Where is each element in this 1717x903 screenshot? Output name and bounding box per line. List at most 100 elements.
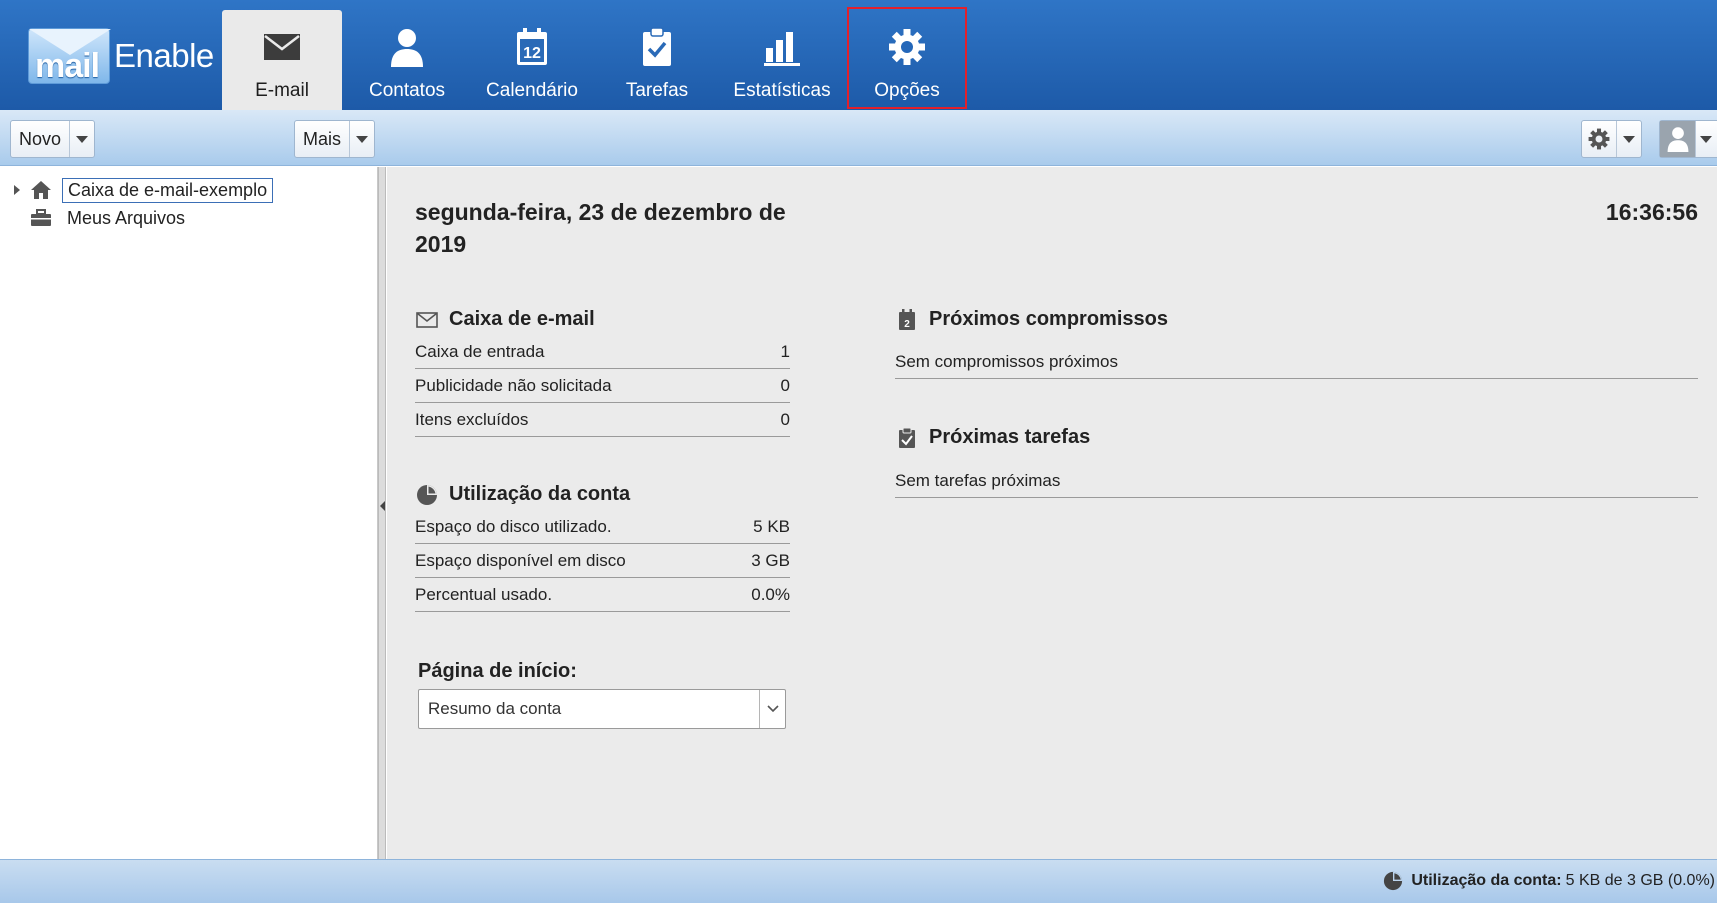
envelope-icon — [264, 34, 300, 60]
tab-tasks[interactable]: Tarefas — [597, 10, 717, 110]
tree-item-my-files-label: Meus Arquivos — [67, 207, 186, 228]
mailbox-row-junk: Publicidade não solicitada 0 — [415, 369, 790, 403]
tab-statistics[interactable]: Estatísticas — [722, 10, 842, 110]
user-menu-button[interactable] — [1660, 121, 1696, 157]
appointments-empty-text: Sem compromissos próximos — [895, 351, 1118, 371]
tab-email[interactable]: E-mail — [222, 10, 342, 110]
tab-options[interactable]: Opções — [847, 7, 967, 109]
appointments-empty-row: Sem compromissos próximos — [895, 345, 1698, 379]
status-usage-value: 5 KB de 3 GB (0.0%) — [1565, 872, 1715, 889]
tasks-section-heading: Próximas tarefas — [895, 426, 1090, 449]
new-split-button: Novo — [10, 120, 96, 158]
logo-text-mail: mail — [35, 47, 100, 85]
usage-section-heading: Utilização da conta — [415, 483, 630, 506]
panel-splitter[interactable] — [378, 167, 386, 859]
new-dropdown-button[interactable] — [70, 121, 94, 157]
tab-contacts[interactable]: Contatos — [347, 10, 467, 110]
clipboard-small-icon — [895, 427, 919, 449]
usage-section-title: Utilização da conta — [449, 483, 631, 505]
usage-row-disk-used: Espaço do disco utilizado. 5 KB — [415, 510, 790, 544]
briefcase-icon — [30, 208, 52, 228]
tasks-section-title: Próximas tarefas — [929, 426, 1091, 448]
row-value: 5 KB — [753, 516, 790, 536]
logo-text-enable: Enable — [114, 37, 214, 74]
row-value: 0 — [780, 375, 790, 395]
user-icon — [1667, 127, 1688, 152]
tasks-empty-row: Sem tarefas próximas — [895, 464, 1698, 498]
tab-contacts-label: Contatos — [368, 80, 446, 101]
start-page-selected-value: Resumo da conta — [428, 699, 562, 718]
chevron-down-icon — [766, 705, 779, 713]
settings-split-button — [1581, 120, 1642, 158]
pie-chart-icon — [415, 484, 439, 506]
toolbar: Novo Mais — [0, 110, 1717, 166]
home-icon — [30, 180, 52, 200]
row-label: Publicidade não solicitada — [415, 375, 612, 395]
more-dropdown-button[interactable] — [350, 121, 374, 157]
settings-dropdown-button[interactable] — [1617, 121, 1641, 157]
logo-envelope: mail — [28, 28, 111, 85]
mailenable-logo: mail Enable — [28, 28, 214, 85]
new-button[interactable]: Novo — [11, 121, 71, 157]
row-value: 3 GB — [751, 550, 790, 570]
envelope-outline-icon — [415, 309, 439, 331]
svg-text:12: 12 — [523, 45, 541, 62]
tab-calendar[interactable]: 12 Calendário — [472, 10, 592, 110]
folder-tree-panel: Caixa de e-mail-exemplo Meus Arquivos — [0, 167, 378, 859]
user-split-button — [1659, 120, 1717, 158]
tab-tasks-label: Tarefas — [625, 80, 689, 101]
tab-options-label: Opções — [874, 80, 940, 101]
current-time: 16:36:56 — [1605, 199, 1698, 225]
new-button-label: Novo — [19, 128, 62, 149]
top-navigation-bar: mail Enable E-mail Contatos 12 Calendári… — [0, 0, 1717, 110]
select-dropdown-button[interactable] — [759, 690, 785, 728]
person-icon — [391, 29, 423, 67]
chevron-down-icon — [76, 135, 89, 143]
row-label: Espaço do disco utilizado. — [415, 516, 612, 536]
chevron-down-icon — [356, 135, 369, 143]
start-page-label: Página de início: — [418, 660, 577, 682]
tab-calendar-label: Calendário — [486, 80, 578, 101]
row-label: Caixa de entrada — [415, 341, 545, 361]
usage-row-percent: Percentual usado. 0.0% — [415, 578, 790, 612]
mailbox-section-heading: Caixa de e-mail — [415, 308, 595, 331]
more-button[interactable]: Mais — [295, 121, 351, 157]
expand-arrow-icon[interactable] — [14, 185, 20, 195]
calendar-small-icon: 2 — [895, 308, 919, 331]
status-usage-label: Utilização da conta: — [1411, 872, 1562, 889]
row-label: Percentual usado. — [415, 584, 553, 604]
svg-text:2: 2 — [904, 319, 910, 330]
collapse-arrow-icon[interactable] — [380, 501, 385, 511]
status-bar: Utilização da conta: 5 KB de 3 GB (0.0%) — [0, 859, 1717, 903]
chevron-down-icon — [1700, 135, 1712, 143]
appointments-section-heading: 2 Próximos compromissos — [895, 308, 1168, 331]
row-label: Itens excluídos — [415, 409, 529, 429]
status-account-usage: Utilização da conta: 5 KB de 3 GB (0.0%) — [1383, 871, 1715, 891]
gear-icon — [889, 29, 925, 65]
account-summary: segunda-feira, 23 de dezembro de 2019 16… — [387, 167, 1717, 859]
clipboard-check-icon — [643, 27, 671, 66]
row-value: 0 — [780, 409, 790, 429]
bar-chart-icon — [764, 32, 800, 66]
tree-item-mailbox[interactable]: Caixa de e-mail-exemplo — [14, 177, 274, 203]
tree-item-mailbox-label: Caixa de e-mail-exemplo — [62, 177, 274, 203]
tab-statistics-label: Estatísticas — [733, 80, 831, 101]
row-value: 0.0% — [751, 584, 790, 604]
mailbox-section-title: Caixa de e-mail — [449, 308, 595, 330]
calendar-icon: 12 — [517, 28, 547, 65]
user-dropdown-button[interactable] — [1696, 121, 1716, 157]
more-split-button: Mais — [294, 120, 376, 158]
tasks-empty-text: Sem tarefas próximas — [895, 470, 1061, 490]
tree-item-my-files[interactable]: Meus Arquivos — [30, 205, 185, 231]
settings-button[interactable] — [1582, 121, 1617, 157]
usage-row-disk-available: Espaço disponível em disco 3 GB — [415, 544, 790, 578]
chevron-down-icon — [1623, 135, 1635, 143]
current-date: segunda-feira, 23 de dezembro de 2019 — [415, 199, 786, 257]
row-label: Espaço disponível em disco — [415, 550, 626, 570]
more-button-label: Mais — [303, 128, 342, 149]
gear-icon — [1588, 128, 1610, 150]
mailbox-row-deleted: Itens excluídos 0 — [415, 403, 790, 437]
tab-email-label: E-mail — [255, 80, 309, 101]
pie-chart-icon — [1384, 871, 1403, 891]
start-page-select[interactable]: Resumo da conta — [418, 689, 786, 729]
